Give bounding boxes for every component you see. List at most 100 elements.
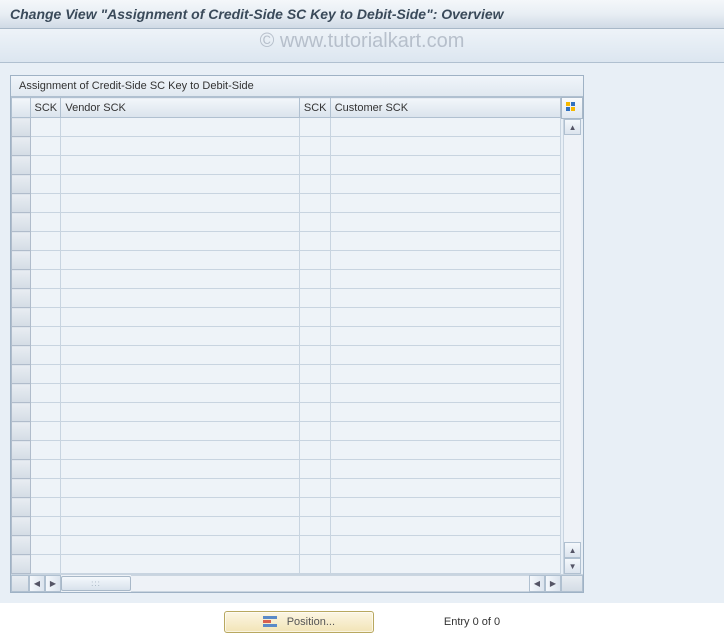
table-row[interactable]: [12, 270, 561, 289]
row-selector[interactable]: [12, 346, 31, 365]
grid-cell[interactable]: [299, 308, 330, 327]
grid-cell[interactable]: [61, 270, 300, 289]
table-row[interactable]: [12, 555, 561, 574]
grid-cell[interactable]: [61, 175, 300, 194]
grid-cell[interactable]: [299, 498, 330, 517]
grid-cell[interactable]: [61, 365, 300, 384]
grid-cell[interactable]: [30, 175, 61, 194]
grid-cell[interactable]: [299, 194, 330, 213]
grid-cell[interactable]: [330, 232, 560, 251]
grid-cell[interactable]: [30, 346, 61, 365]
grid-cell[interactable]: [330, 194, 560, 213]
grid-cell[interactable]: [30, 498, 61, 517]
grid-cell[interactable]: [61, 156, 300, 175]
table-row[interactable]: [12, 422, 561, 441]
grid-cell[interactable]: [299, 384, 330, 403]
grid-cell[interactable]: [30, 555, 61, 574]
grid-cell[interactable]: [30, 194, 61, 213]
row-selector[interactable]: [12, 232, 31, 251]
col-header-vendor-sck[interactable]: Vendor SCK: [61, 98, 300, 118]
grid-cell[interactable]: [330, 441, 560, 460]
grid-cell[interactable]: [30, 422, 61, 441]
grid-cell[interactable]: [330, 308, 560, 327]
table-row[interactable]: [12, 289, 561, 308]
row-selector[interactable]: [12, 536, 31, 555]
grid-cell[interactable]: [330, 479, 560, 498]
hscroll-right1-button[interactable]: ▶: [45, 575, 61, 592]
grid-cell[interactable]: [330, 137, 560, 156]
row-selector[interactable]: [12, 479, 31, 498]
col-header-sck1[interactable]: SCK: [30, 98, 61, 118]
grid-cell[interactable]: [61, 555, 300, 574]
grid-cell[interactable]: [61, 384, 300, 403]
grid-cell[interactable]: [61, 403, 300, 422]
hscroll-left-button[interactable]: ◀: [29, 575, 45, 592]
scroll-up-button[interactable]: ▲: [564, 119, 581, 135]
grid-cell[interactable]: [330, 384, 560, 403]
row-selector[interactable]: [12, 308, 31, 327]
grid-cell[interactable]: [30, 327, 61, 346]
grid-cell[interactable]: [330, 517, 560, 536]
table-row[interactable]: [12, 194, 561, 213]
grid-cell[interactable]: [299, 517, 330, 536]
table-row[interactable]: [12, 118, 561, 137]
scroll-down-button[interactable]: ▼: [564, 558, 581, 574]
row-selector[interactable]: [12, 384, 31, 403]
grid-cell[interactable]: [299, 327, 330, 346]
row-selector[interactable]: [12, 251, 31, 270]
hscroll-track[interactable]: [131, 575, 529, 592]
grid-cell[interactable]: [30, 479, 61, 498]
grid-cell[interactable]: [330, 403, 560, 422]
row-selector[interactable]: [12, 498, 31, 517]
table-row[interactable]: [12, 441, 561, 460]
row-selector-header[interactable]: [12, 98, 31, 118]
grid-cell[interactable]: [299, 555, 330, 574]
row-selector[interactable]: [12, 517, 31, 536]
grid-cell[interactable]: [299, 536, 330, 555]
row-selector[interactable]: [12, 118, 31, 137]
grid-cell[interactable]: [330, 460, 560, 479]
grid-cell[interactable]: [299, 479, 330, 498]
grid-cell[interactable]: [299, 118, 330, 137]
grid-cell[interactable]: [330, 365, 560, 384]
grid-cell[interactable]: [61, 460, 300, 479]
grid-cell[interactable]: [299, 232, 330, 251]
table-row[interactable]: [12, 156, 561, 175]
grid-cell[interactable]: [61, 308, 300, 327]
scroll-up2-button[interactable]: ▲: [564, 542, 581, 558]
grid-cell[interactable]: [61, 422, 300, 441]
grid-cell[interactable]: [299, 175, 330, 194]
row-selector[interactable]: [12, 270, 31, 289]
grid-cell[interactable]: [299, 365, 330, 384]
grid-cell[interactable]: [299, 251, 330, 270]
grid-cell[interactable]: [299, 213, 330, 232]
row-selector[interactable]: [12, 555, 31, 574]
vscroll-track[interactable]: [564, 135, 581, 542]
grid-cell[interactable]: [61, 194, 300, 213]
hscroll-thumb[interactable]: :::: [61, 576, 131, 591]
table-row[interactable]: [12, 536, 561, 555]
grid-cell[interactable]: [30, 460, 61, 479]
grid-cell[interactable]: [30, 213, 61, 232]
grid-cell[interactable]: [330, 555, 560, 574]
grid-cell[interactable]: [330, 289, 560, 308]
col-header-sck2[interactable]: SCK: [299, 98, 330, 118]
table-row[interactable]: [12, 479, 561, 498]
grid-cell[interactable]: [61, 327, 300, 346]
grid-cell[interactable]: [330, 422, 560, 441]
table-row[interactable]: [12, 365, 561, 384]
table-row[interactable]: [12, 308, 561, 327]
grid-cell[interactable]: [330, 327, 560, 346]
row-selector[interactable]: [12, 289, 31, 308]
grid-cell[interactable]: [61, 479, 300, 498]
table-row[interactable]: [12, 251, 561, 270]
table-row[interactable]: [12, 460, 561, 479]
row-selector[interactable]: [12, 175, 31, 194]
grid-cell[interactable]: [61, 441, 300, 460]
grid-cell[interactable]: [330, 118, 560, 137]
grid-cell[interactable]: [30, 308, 61, 327]
grid-cell[interactable]: [30, 251, 61, 270]
grid-cell[interactable]: [299, 270, 330, 289]
row-selector[interactable]: [12, 156, 31, 175]
grid-cell[interactable]: [299, 156, 330, 175]
